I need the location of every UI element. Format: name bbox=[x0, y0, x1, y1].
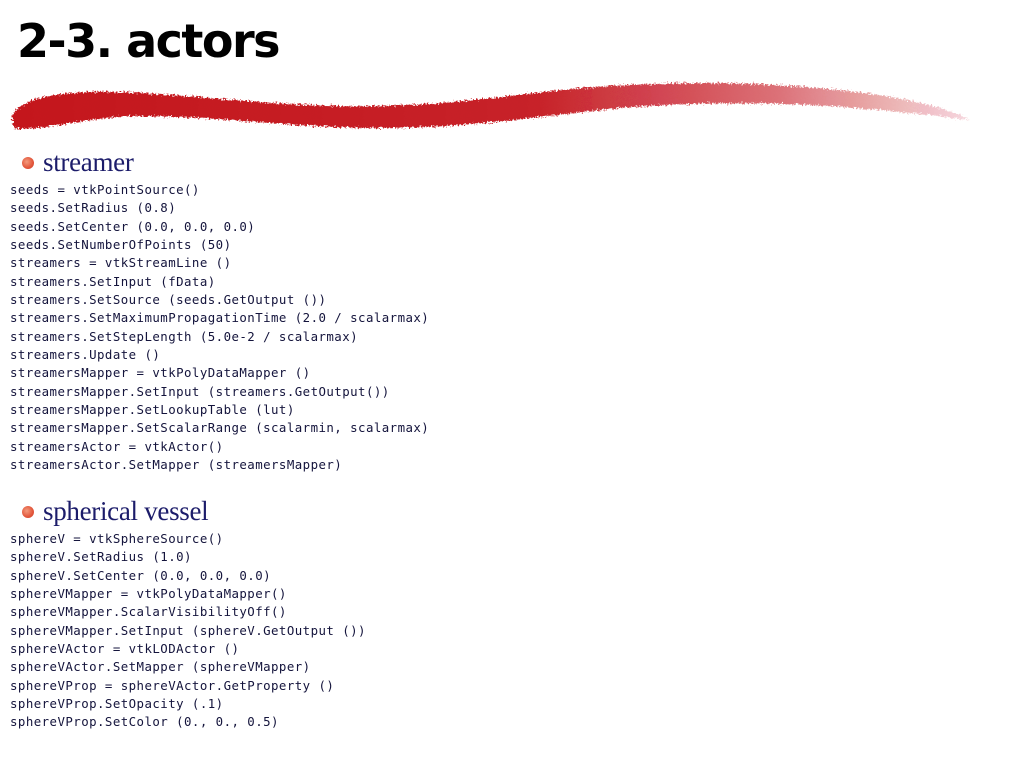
code-line: sphereV.SetCenter (0.0, 0.0, 0.0) bbox=[10, 567, 272, 583]
code-line: sphereV.SetRadius (1.0) bbox=[10, 549, 192, 565]
code-line: sphereVProp.SetColor (0., 0., 0.5) bbox=[10, 714, 279, 730]
code-line: seeds.SetCenter (0.0, 0.0, 0.0) bbox=[10, 218, 256, 234]
code-line: streamersMapper.SetLookupTable (lut) bbox=[10, 402, 295, 418]
code-line: seeds = vtkPointSource() bbox=[10, 182, 200, 197]
red-brush-stroke-decoration bbox=[12, 82, 970, 129]
code-line: streamers.SetInput (fData) bbox=[10, 273, 216, 289]
code-line: sphereVActor.SetMapper (sphereVMapper) bbox=[10, 659, 311, 675]
code-line: seeds.SetRadius (0.8) bbox=[10, 200, 177, 216]
code-line: streamersActor.SetMapper (streamersMappe… bbox=[10, 457, 343, 473]
code-block-spherical-vessel: sphereV = vtkSphereSource() sphereV.SetRa… bbox=[10, 530, 366, 732]
section-heading-streamer: streamer bbox=[43, 146, 134, 177]
code-line: streamers.Update () bbox=[10, 347, 161, 363]
code-line: streamers = vtkStreamLine () bbox=[10, 255, 232, 271]
code-line: sphereVMapper.ScalarVisibilityOff() bbox=[10, 604, 287, 620]
code-line: streamersMapper.SetInput (streamers.GetO… bbox=[10, 383, 390, 399]
code-line: sphereVProp = sphereVActor.GetProperty (… bbox=[10, 677, 335, 693]
bullet-streamer: streamer bbox=[22, 145, 134, 179]
code-line: sphereVMapper = vtkPolyDataMapper() bbox=[10, 586, 287, 602]
code-line: streamers.SetStepLength (5.0e-2 / scalar… bbox=[10, 328, 359, 344]
code-line: sphereV = vtkSphereSource() bbox=[10, 531, 224, 546]
bullet-dot-icon bbox=[22, 506, 34, 518]
code-line: streamersMapper.SetScalarRange (scalarmi… bbox=[10, 420, 430, 436]
slide: 2-3. actors streamer seeds = vtkPointSou… bbox=[0, 0, 1024, 768]
section-heading-spherical-vessel: spherical vessel bbox=[43, 495, 209, 526]
bullet-spherical-vessel: spherical vessel bbox=[22, 494, 209, 528]
code-line: streamers.SetMaximumPropagationTime (2.0… bbox=[10, 310, 430, 326]
code-line: streamersMapper = vtkPolyDataMapper () bbox=[10, 365, 311, 381]
code-line: sphereVActor = vtkLODActor () bbox=[10, 641, 240, 657]
code-line: seeds.SetNumberOfPoints (50) bbox=[10, 237, 232, 253]
code-line: streamersActor = vtkActor() bbox=[10, 438, 224, 454]
code-line: sphereVProp.SetOpacity (.1) bbox=[10, 696, 224, 712]
slide-title: 2-3. actors bbox=[17, 14, 281, 68]
code-block-streamer: seeds = vtkPointSource() seeds.SetRadius … bbox=[10, 181, 429, 475]
code-line: streamers.SetSource (seeds.GetOutput ()) bbox=[10, 292, 327, 308]
code-line: sphereVMapper.SetInput (sphereV.GetOutpu… bbox=[10, 622, 366, 638]
bullet-dot-icon bbox=[22, 157, 34, 169]
